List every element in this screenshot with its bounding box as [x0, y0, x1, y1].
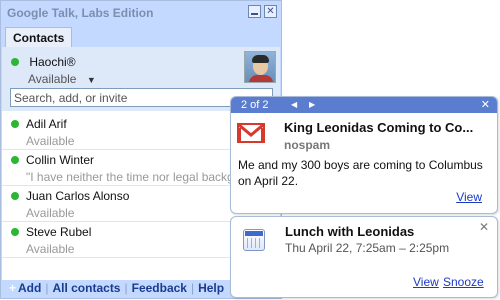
calendar-notification: ✕ Lunch with Leonidas Thu April 22, 7:25… [230, 216, 498, 298]
dropdown-arrow-icon: ▼ [86, 75, 96, 85]
notification-header: 2 of 2 ◀ ▶ ✕ [231, 97, 497, 113]
online-status-icon [11, 228, 19, 236]
contact-status: Available [26, 134, 75, 148]
divider: | [190, 281, 195, 295]
my-name: Haochi® [29, 54, 76, 69]
contact-status: Available [26, 206, 75, 220]
contact-name: Juan Carlos Alonso [26, 189, 130, 203]
online-status-icon [11, 192, 19, 200]
close-icon[interactable]: ✕ [264, 5, 277, 18]
feedback-button[interactable]: Feedback [132, 281, 187, 295]
view-email-link[interactable]: View [456, 190, 482, 204]
avatar[interactable] [244, 51, 276, 83]
notification-counter: 2 of 2 [241, 99, 269, 111]
close-icon[interactable]: ✕ [481, 97, 490, 113]
email-subject[interactable]: King Leonidas Coming to Co... [284, 120, 473, 135]
all-contacts-button[interactable]: All contacts [52, 281, 120, 295]
gmail-icon [237, 123, 265, 143]
my-status-text: Available [28, 72, 77, 86]
next-arrow-icon[interactable]: ▶ [309, 97, 315, 113]
previous-arrow-icon[interactable]: ◀ [291, 97, 297, 113]
help-button[interactable]: Help [198, 281, 224, 295]
online-status-icon [11, 156, 19, 164]
window-title: Google Talk, Labs Edition [7, 6, 154, 20]
plus-icon[interactable]: + [9, 281, 16, 295]
title-bar[interactable]: Google Talk, Labs Edition ✕ [1, 1, 281, 25]
minimize-icon[interactable] [248, 5, 261, 18]
divider: | [124, 281, 128, 295]
email-notification: 2 of 2 ◀ ▶ ✕ King Leonidas Coming to Co.… [230, 96, 498, 214]
contact-name: Collin Winter [26, 153, 95, 167]
contact-name: Adil Arif [26, 117, 67, 131]
divider: | [45, 281, 49, 295]
close-icon[interactable]: ✕ [479, 220, 489, 234]
snooze-link[interactable]: Snooze [443, 275, 484, 289]
email-snippet: Me and my 300 boys are coming to Columbu… [238, 158, 483, 188]
online-status-icon [11, 57, 19, 66]
contact-name: Steve Rubel [26, 225, 92, 239]
calendar-icon [243, 229, 265, 251]
my-status-dropdown[interactable]: Available ▼ [28, 72, 96, 86]
contact-status: "I have neither the time nor legal backg [26, 170, 234, 184]
my-name-row: Haochi® [11, 54, 76, 69]
online-status-icon [11, 120, 19, 128]
event-time: Thu April 22, 7:25am – 2:25pm [285, 241, 450, 255]
view-event-link[interactable]: View [413, 275, 439, 289]
email-sender: nospam [284, 138, 331, 152]
tab-bar: Contacts [1, 27, 281, 49]
tab-contacts[interactable]: Contacts [5, 27, 73, 49]
add-button[interactable]: Add [18, 281, 41, 295]
event-title[interactable]: Lunch with Leonidas [285, 224, 414, 239]
contact-status: Available [26, 242, 75, 256]
